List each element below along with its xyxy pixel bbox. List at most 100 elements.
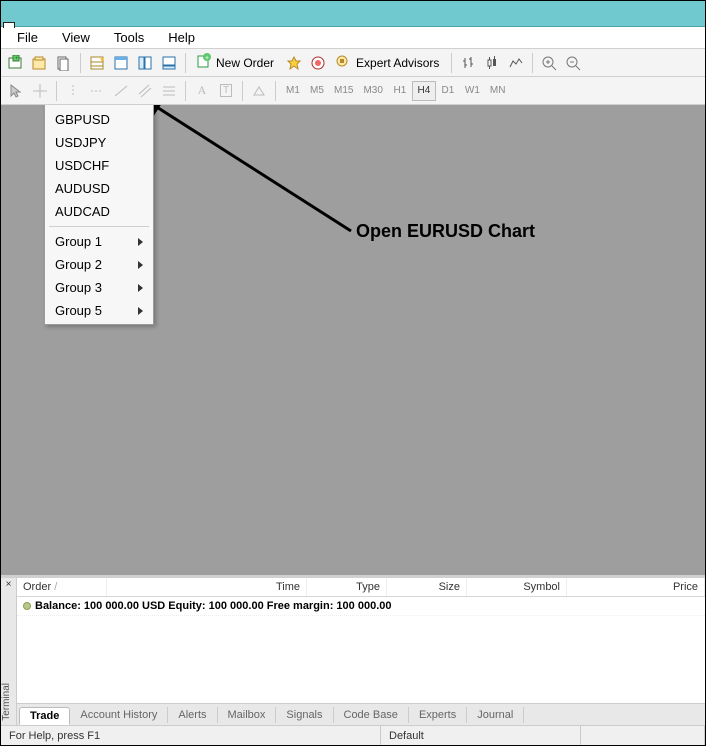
- col-size[interactable]: Size: [387, 578, 467, 596]
- col-time[interactable]: Time: [107, 578, 307, 596]
- group-item-group-3[interactable]: Group 3: [45, 276, 153, 299]
- titlebar-corner-tab: [3, 22, 15, 28]
- col-order[interactable]: Order /: [17, 578, 107, 596]
- dropdown-separator: [49, 226, 149, 227]
- new-order-button[interactable]: + New Order: [191, 52, 281, 74]
- terminal-tab-mailbox[interactable]: Mailbox: [218, 707, 277, 723]
- profiles-button[interactable]: [29, 52, 51, 74]
- menu-bar: File View Tools Help: [1, 27, 705, 49]
- timeframe-m30[interactable]: M30: [358, 81, 387, 101]
- navigator-button[interactable]: [134, 52, 156, 74]
- terminal-columns: Order / Time Type Size Symbol Price: [17, 578, 705, 597]
- toolbar-separator: [242, 81, 243, 101]
- terminal-tab-signals[interactable]: Signals: [276, 707, 333, 723]
- zoom-out-button[interactable]: [562, 52, 584, 74]
- terminal-tab-trade[interactable]: Trade: [19, 707, 70, 725]
- timeframe-m15[interactable]: M15: [329, 81, 358, 101]
- chart-templates-button[interactable]: [53, 52, 75, 74]
- timeframe-d1[interactable]: D1: [436, 81, 460, 101]
- candlestick-button[interactable]: [481, 52, 503, 74]
- data-window-button[interactable]: [110, 52, 132, 74]
- balance-status-icon: [23, 602, 31, 610]
- toolbar-separator: [532, 53, 533, 73]
- terminal-panel: × Terminal Order / Time Type Size Symbol…: [1, 575, 705, 725]
- timeframe-h1[interactable]: H1: [388, 81, 412, 101]
- terminal-tabs: TradeAccount HistoryAlertsMailboxSignals…: [17, 703, 705, 725]
- shapes-button[interactable]: [248, 80, 270, 102]
- new-chart-button[interactable]: +: [5, 52, 27, 74]
- menu-tools[interactable]: Tools: [102, 28, 156, 47]
- crosshair-button[interactable]: [29, 80, 51, 102]
- group-item-group-1[interactable]: Group 1: [45, 230, 153, 253]
- group-label: Group 5: [55, 303, 102, 318]
- toolbar-separator: [185, 53, 186, 73]
- status-empty: [581, 726, 705, 745]
- symbol-item-gbpusd[interactable]: GBPUSD: [45, 108, 153, 131]
- toolbar-separator: [56, 81, 57, 101]
- svg-text:+: +: [15, 56, 19, 62]
- terminal-tab-experts[interactable]: Experts: [409, 707, 467, 723]
- toolbar-separator: [451, 53, 452, 73]
- group-item-group-2[interactable]: Group 2: [45, 253, 153, 276]
- trendline-button[interactable]: [110, 80, 132, 102]
- terminal-side-label: Terminal: [1, 683, 12, 721]
- menu-file[interactable]: File: [5, 28, 50, 47]
- balance-row[interactable]: Balance: 100 000.00 USD Equity: 100 000.…: [17, 597, 705, 616]
- timeframe-h4[interactable]: H4: [412, 81, 436, 101]
- svg-text:+: +: [205, 55, 209, 62]
- timeframe-mn[interactable]: MN: [485, 81, 511, 101]
- terminal-tab-account-history[interactable]: Account History: [70, 707, 168, 723]
- col-price[interactable]: Price: [567, 578, 705, 596]
- zoom-in-button[interactable]: [538, 52, 560, 74]
- col-symbol[interactable]: Symbol: [467, 578, 567, 596]
- timeframe-m5[interactable]: M5: [305, 81, 329, 101]
- expert-advisors-label: Expert Advisors: [356, 56, 439, 70]
- terminal-tab-alerts[interactable]: Alerts: [168, 707, 217, 723]
- status-bar: For Help, press F1 Default: [1, 725, 705, 745]
- fibonacci-button[interactable]: [158, 80, 180, 102]
- line-chart-button[interactable]: [505, 52, 527, 74]
- bar-chart-button[interactable]: [457, 52, 479, 74]
- annotation-label: Open EURUSD Chart: [356, 221, 535, 242]
- symbol-dropdown-menu: EURUSDGBPUSDUSDJPYUSDCHFAUDUSDAUDCAD Gro…: [44, 105, 154, 325]
- new-order-icon: +: [196, 53, 212, 72]
- autotrading-button[interactable]: [283, 52, 305, 74]
- group-label: Group 2: [55, 257, 102, 272]
- timeframe-w1[interactable]: W1: [460, 81, 485, 101]
- terminal-close-icon[interactable]: ×: [1, 578, 16, 592]
- toolbar-secondary: A T M1M5M15M30H1H4D1W1MN: [1, 77, 705, 105]
- submenu-arrow-icon: [138, 307, 143, 315]
- toolbar-main: + + New Order Expert Advisors: [1, 49, 705, 77]
- metaquotes-button[interactable]: [307, 52, 329, 74]
- text-tool-button[interactable]: A: [191, 80, 213, 102]
- equidistant-channel-button[interactable]: [134, 80, 156, 102]
- title-bar: [1, 1, 705, 27]
- symbol-item-audcad[interactable]: AUDCAD: [45, 200, 153, 223]
- market-watch-button[interactable]: [86, 52, 108, 74]
- status-help: For Help, press F1: [1, 726, 381, 745]
- col-type[interactable]: Type: [307, 578, 387, 596]
- expert-advisors-button[interactable]: Expert Advisors: [331, 52, 446, 74]
- vertical-line-button[interactable]: [62, 80, 84, 102]
- timeframe-m1[interactable]: M1: [281, 81, 305, 101]
- symbol-item-usdchf[interactable]: USDCHF: [45, 154, 153, 177]
- status-profile[interactable]: Default: [381, 726, 581, 745]
- symbol-item-audusd[interactable]: AUDUSD: [45, 177, 153, 200]
- submenu-arrow-icon: [138, 284, 143, 292]
- toolbar-separator: [80, 53, 81, 73]
- chart-workspace: EURUSDGBPUSDUSDJPYUSDCHFAUDUSDAUDCAD Gro…: [1, 105, 705, 577]
- symbol-item-usdjpy[interactable]: USDJPY: [45, 131, 153, 154]
- terminal-tab-journal[interactable]: Journal: [467, 707, 524, 723]
- cursor-button[interactable]: [5, 80, 27, 102]
- submenu-arrow-icon: [138, 261, 143, 269]
- terminal-button[interactable]: [158, 52, 180, 74]
- text-label-button[interactable]: T: [215, 80, 237, 102]
- menu-help[interactable]: Help: [156, 28, 207, 47]
- terminal-side-handle[interactable]: × Terminal: [1, 578, 17, 725]
- horizontal-line-button[interactable]: [86, 80, 108, 102]
- toolbar-separator: [185, 81, 186, 101]
- toolbar-separator: [275, 81, 276, 101]
- group-item-group-5[interactable]: Group 5: [45, 299, 153, 322]
- terminal-tab-code-base[interactable]: Code Base: [334, 707, 409, 723]
- menu-view[interactable]: View: [50, 28, 102, 47]
